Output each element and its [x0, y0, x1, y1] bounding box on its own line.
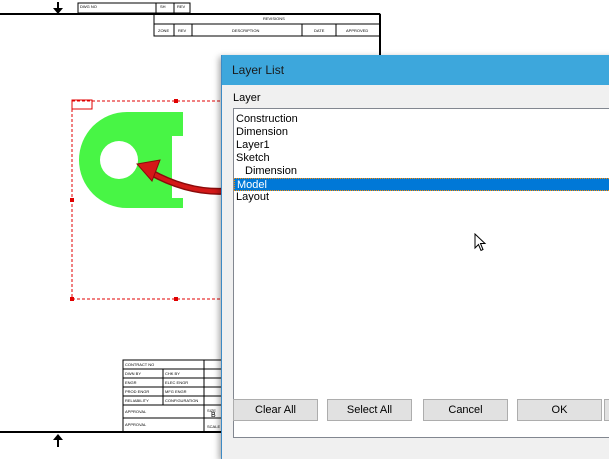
layer-item-layout[interactable]: Layout	[236, 191, 269, 204]
model-shape[interactable]	[79, 112, 183, 208]
revision-block	[77, 2, 381, 37]
clear-all-button[interactable]: Clear All	[233, 399, 318, 421]
layer-item-sketch-dimension[interactable]: Dimension	[245, 165, 297, 178]
selection-handle[interactable]	[70, 297, 74, 301]
layer-item-dimension[interactable]: Dimension	[236, 126, 288, 139]
selection-handle[interactable]	[174, 297, 178, 301]
selection-handle[interactable]	[174, 99, 178, 103]
rev-label: REV	[177, 4, 186, 9]
layer-item-sketch[interactable]: Sketch	[236, 152, 270, 165]
bottom-center-arrow-icon	[53, 434, 63, 447]
approved-column-header: APPROVED	[346, 28, 369, 33]
approval-label: APPROVAL	[125, 422, 147, 427]
next-button-partial[interactable]	[604, 399, 609, 421]
date-column-header: DATE	[314, 28, 325, 33]
dwg-no-label: DWG NO	[80, 4, 97, 9]
cancel-button[interactable]: Cancel	[423, 399, 508, 421]
mouse-cursor-icon	[474, 233, 487, 252]
dialog-titlebar[interactable]: Layer List	[222, 55, 609, 85]
rev-column-header: REV	[178, 28, 187, 33]
drawn-by-label: DWN BY	[125, 371, 141, 376]
mfg-engr-label: MFG ENGR	[165, 389, 187, 394]
revisions-label: REVISIONS	[263, 16, 285, 21]
zone-column-header: ZONE	[158, 28, 170, 33]
selection-handle[interactable]	[70, 198, 74, 202]
dialog-title: Layer List	[232, 63, 285, 77]
size-value: B	[211, 412, 216, 419]
layer-item-model[interactable]: Model	[234, 178, 609, 191]
layer-item-layer1[interactable]: Layer1	[236, 139, 270, 152]
scale-label: SCALE	[207, 424, 221, 429]
configuration-label: CONFIGURATION	[165, 398, 199, 403]
engr-label: ENGR	[125, 380, 137, 385]
top-center-arrow-icon	[53, 2, 63, 14]
elec-engr-label: ELEC ENGR	[165, 380, 189, 385]
approval-label: APPROVAL	[125, 409, 147, 414]
layer-item-construction[interactable]: Construction	[236, 113, 298, 126]
prod-engr-label: PROD ENGR	[125, 389, 150, 394]
reliability-label: RELIABILITY	[125, 398, 149, 403]
ok-button[interactable]: OK	[517, 399, 602, 421]
checked-by-label: CHK BY	[165, 371, 180, 376]
select-all-button[interactable]: Select All	[327, 399, 412, 421]
description-column-header: DESCRIPTION	[232, 28, 260, 33]
layer-list-dialog: Layer List Layer Construction Dimension …	[221, 55, 609, 459]
sheet-label: SH	[160, 4, 166, 9]
layer-listbox[interactable]: Construction Dimension Layer1 Sketch Dim…	[233, 108, 609, 438]
contract-no-label: CONTRACT NO	[125, 362, 155, 367]
layer-label: Layer	[233, 92, 261, 104]
